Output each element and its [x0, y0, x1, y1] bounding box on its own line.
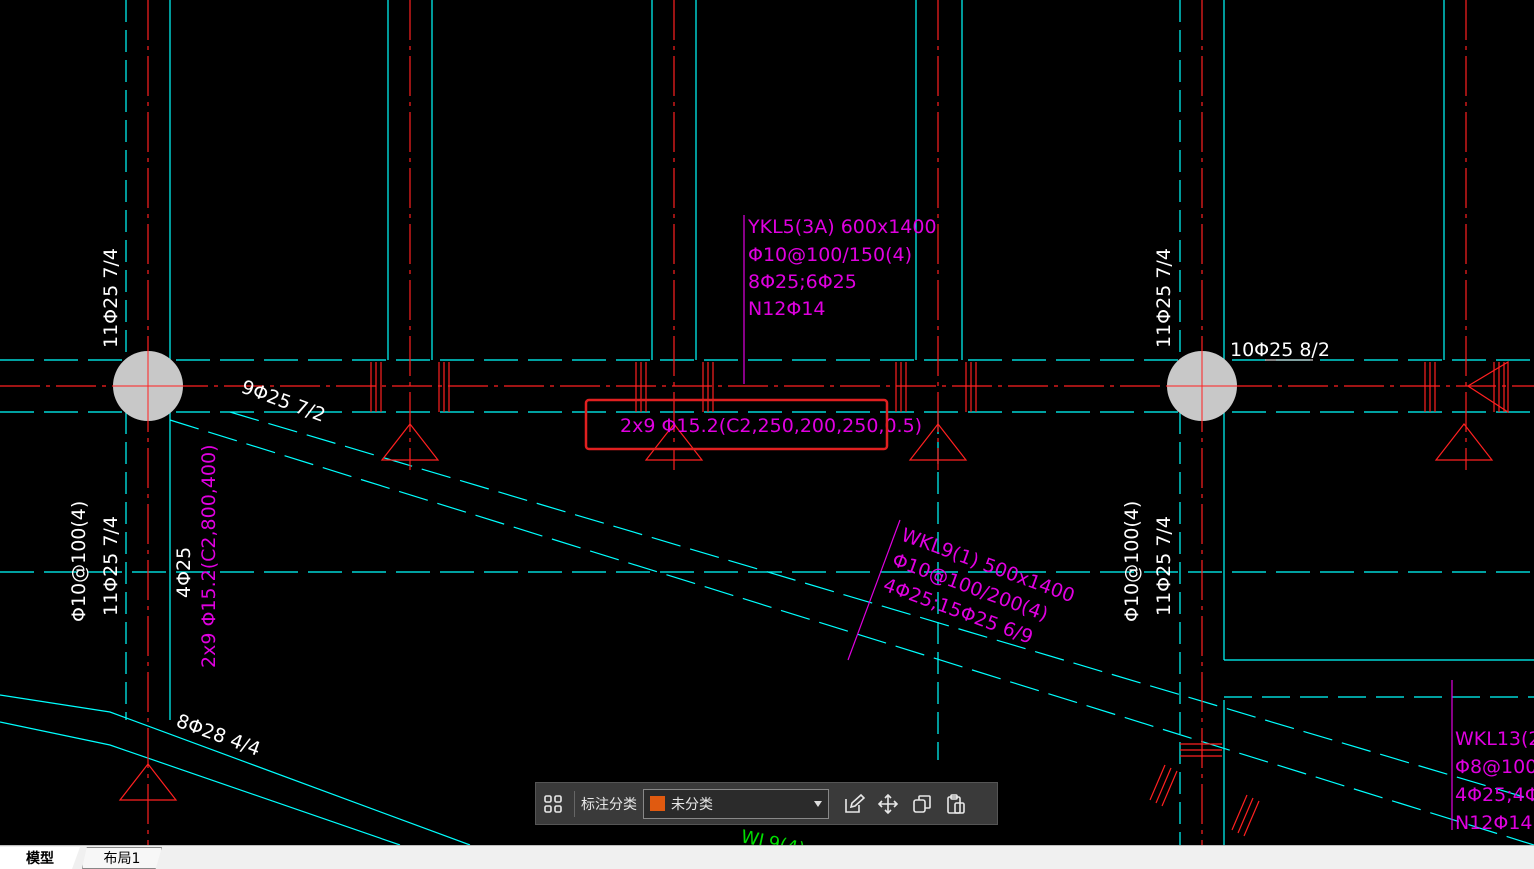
- wkl13-line-4: N12Φ14: [1455, 812, 1533, 834]
- ykl5-line-4: N12Φ14: [748, 298, 826, 320]
- cad-drawing-canvas[interactable]: 11Φ25 7/4 11Φ25 7/4 Φ10@100(4) 4Φ25 9Φ25…: [0, 0, 1534, 845]
- wkl13-line-3: 4Φ25;4Φ2: [1455, 784, 1534, 806]
- left-beam-small-label: 4Φ25: [173, 547, 195, 598]
- left-stirrup-label: Φ10@100(4): [68, 501, 90, 622]
- diag-rebar-bottom-label: 8Φ28 4/4: [173, 710, 263, 761]
- right-top-rebar-label: 10Φ25 8/2: [1230, 339, 1330, 361]
- selected-prestress-label[interactable]: 2x9 Φ15.2(C2,250,200,250,0.5): [620, 415, 922, 437]
- category-color-swatch: [650, 796, 665, 811]
- wkl13-line-1: WKL13(2): [1455, 728, 1534, 750]
- right-stirrup-label: Φ10@100(4): [1121, 501, 1143, 622]
- toolbar-divider: [574, 790, 575, 817]
- diag-rebar-top-label: 9Φ25 7/2: [238, 376, 328, 427]
- category-dropdown[interactable]: 未分类: [643, 788, 829, 819]
- tab-model[interactable]: 模型: [0, 847, 80, 869]
- right-column-mid-label: 11Φ25 7/4: [1153, 516, 1175, 616]
- left-column-top-label: 11Φ25 7/4: [100, 248, 122, 348]
- grid-icon[interactable]: [536, 787, 570, 821]
- move-icon[interactable]: [871, 787, 905, 821]
- copy-icon[interactable]: [905, 787, 939, 821]
- edit-icon[interactable]: [837, 787, 871, 821]
- layout-tab-bar: 模型 布局1: [0, 845, 1534, 869]
- bottom-green-label: WL9(4): [739, 826, 807, 845]
- ykl5-line-2: Φ10@100/150(4): [748, 244, 912, 266]
- right-column-top-label: 11Φ25 7/4: [1153, 248, 1175, 348]
- left-prestress-label: 2x9 Φ15.2(C2,800,400): [198, 444, 220, 668]
- ykl5-line-1: YKL5(3A) 600x1400: [747, 216, 937, 238]
- support-triangles: [118, 423, 1494, 801]
- category-value: 未分类: [671, 796, 713, 813]
- chevron-down-icon: [814, 800, 822, 807]
- annotation-toolbar: 标注分类 未分类: [535, 782, 998, 825]
- tab-layout-1[interactable]: 布局1: [82, 847, 162, 869]
- paste-icon[interactable]: [939, 787, 973, 821]
- category-label: 标注分类: [581, 796, 637, 813]
- ykl5-line-3: 8Φ25;6Φ25: [748, 271, 857, 293]
- leader-lines: [743, 215, 1453, 830]
- wkl13-line-2: Φ8@100/2: [1455, 756, 1534, 778]
- left-column-mid-label: 11Φ25 7/4: [100, 516, 122, 616]
